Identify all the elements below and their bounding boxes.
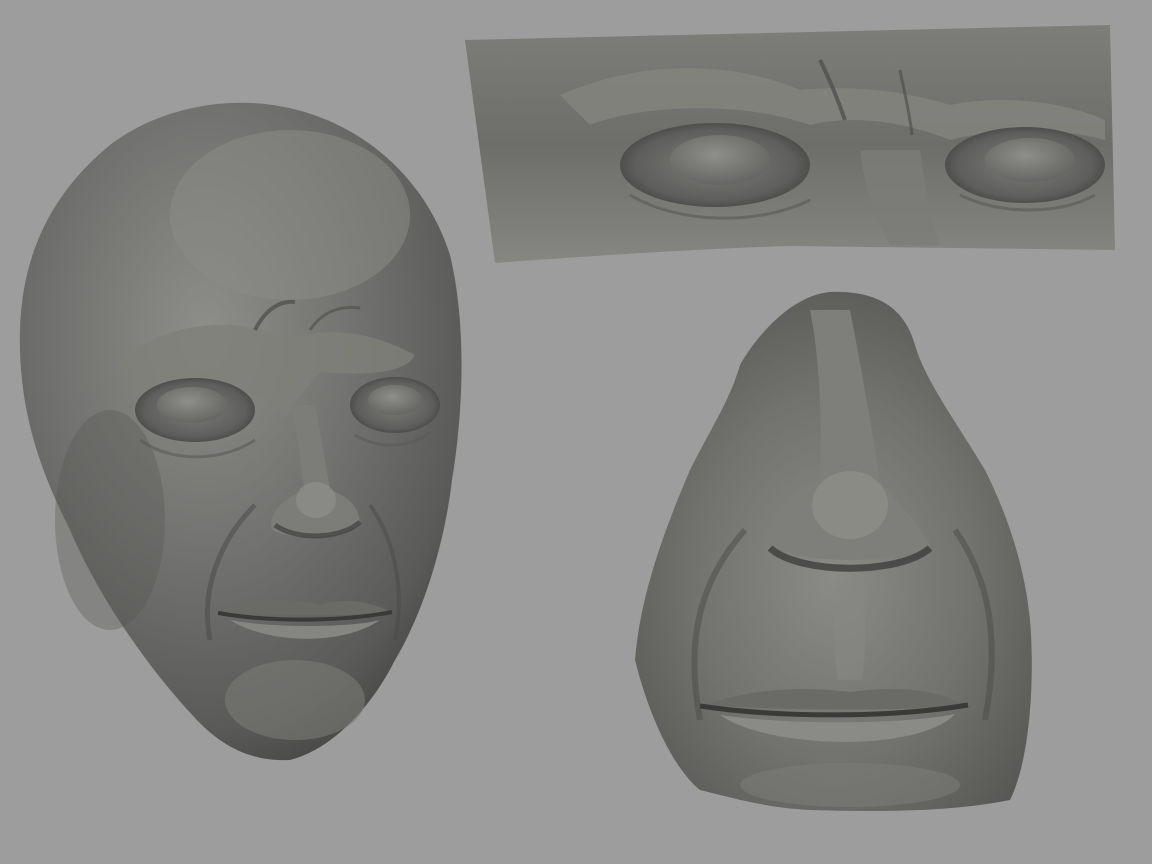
full-head-sculpt[interactable] [19,102,462,761]
eyes-brow-crop-sculpt[interactable] [465,25,1115,263]
cranium-highlight [170,130,410,300]
nose-tip-highlight [296,482,336,518]
crop-eye-right [985,138,1075,182]
chin [225,660,365,740]
eye-left [157,387,227,423]
crop-nose-tip [812,471,888,539]
sculpt-scene [19,25,1115,811]
cheek-shadow-left [55,410,165,630]
crop-eye-left [670,135,770,185]
eye-right [368,385,422,415]
crop-chin [740,763,960,807]
crop-philtrum [833,580,866,680]
sculpt-viewport [0,0,1152,864]
nose-mouth-crop-sculpt[interactable] [635,291,1032,811]
